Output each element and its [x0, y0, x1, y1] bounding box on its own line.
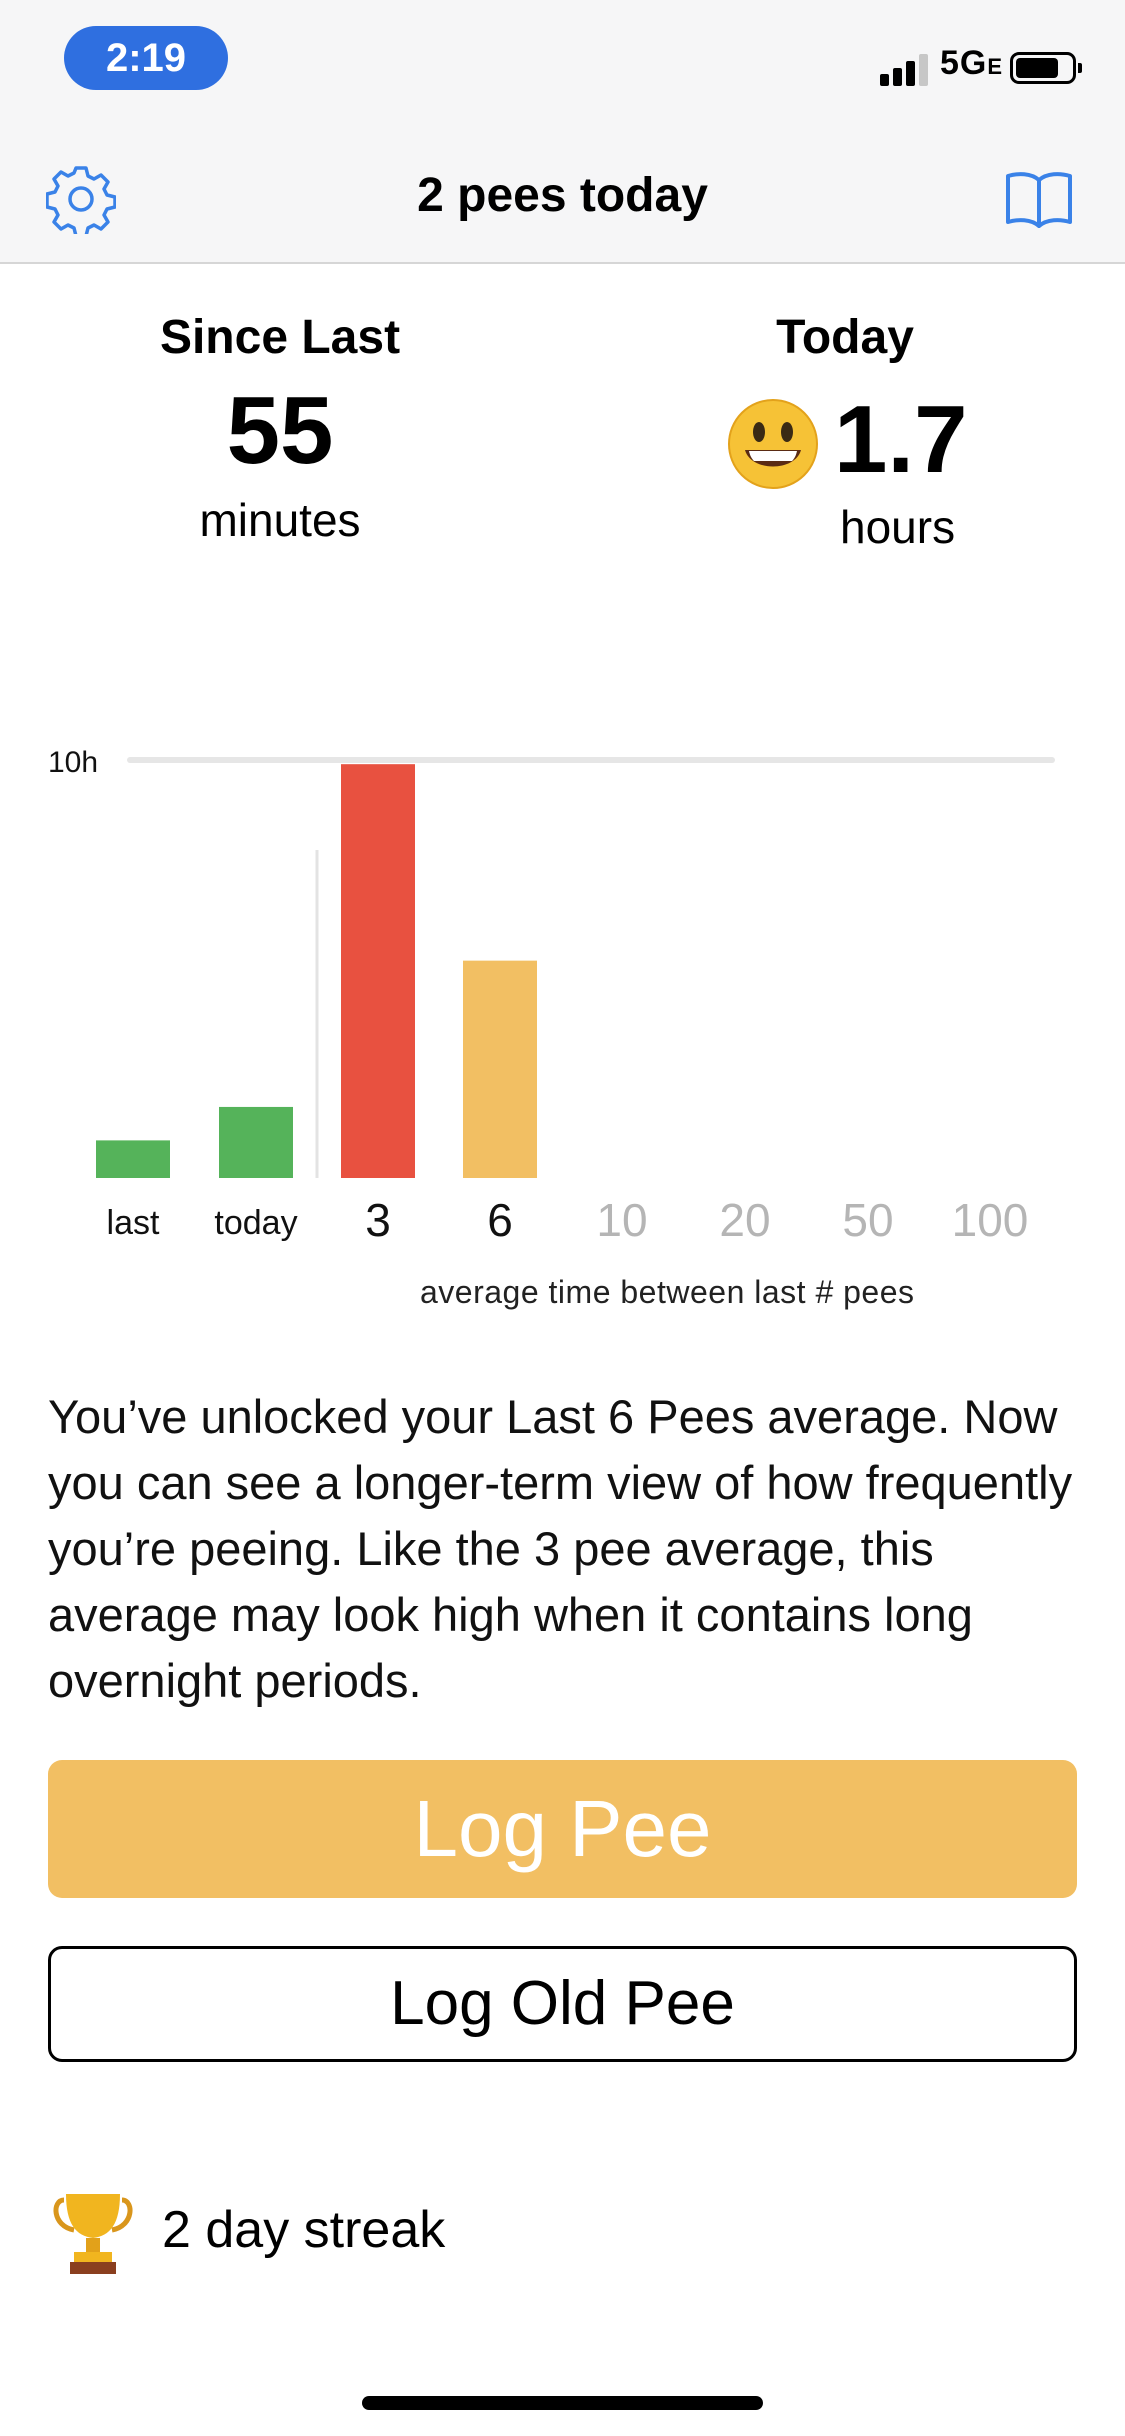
chart-bar-6 [463, 960, 537, 1178]
today-value: 1.7 [834, 386, 968, 493]
chart-x-label-last: last [107, 1204, 160, 1242]
status-time[interactable]: 2:19 [64, 26, 228, 90]
chart-x-label-6: 6 [487, 1194, 513, 1246]
since-last-unit: minutes [199, 494, 361, 546]
network-type: 5GE [940, 44, 1004, 82]
book-icon[interactable] [1004, 170, 1074, 228]
since-last-value: 55 [226, 377, 334, 484]
streak-text: 2 day streak [162, 2201, 446, 2259]
chart-x-label-10: 10 [596, 1194, 647, 1246]
chart-caption: average time between last # pees [420, 1274, 915, 1310]
chart-x-label-100: 100 [952, 1194, 1029, 1246]
navigation-bar: 2 pees today [0, 130, 1125, 264]
home-indicator[interactable] [362, 2396, 763, 2410]
today-unit: hours [840, 501, 956, 553]
page-title: 2 pees today [417, 169, 708, 222]
status-bar: 2:19 5GE [0, 0, 1125, 130]
smiling-face-icon [728, 399, 818, 489]
chart-bar-today [219, 1106, 293, 1178]
average-interval-chart: 10h last today 3 6 10 20 50 100 [48, 746, 1055, 1246]
chart-x-label-3: 3 [365, 1194, 391, 1246]
chart-y-max-label: 10h [48, 746, 98, 779]
today-label: Today [776, 311, 914, 364]
log-old-pee-button[interactable]: Log Old Pee [48, 1946, 1077, 2062]
cellular-signal-icon [880, 52, 932, 86]
chart-bar-3 [341, 764, 415, 1178]
trophy-icon [53, 2194, 133, 2274]
unlock-message: You’ve unlocked your Last 6 Pees average… [48, 1390, 1073, 1707]
chart-x-label-today: today [214, 1204, 297, 1242]
log-pee-button[interactable]: Log Pee [48, 1760, 1077, 1898]
chart-x-label-20: 20 [719, 1194, 770, 1246]
chart-x-label-50: 50 [842, 1194, 893, 1246]
battery-icon [1010, 52, 1082, 84]
chart-bar-last [96, 1140, 170, 1178]
since-last-label: Since Last [159, 311, 401, 364]
since-last-stat: Since Last 55 minutes [130, 310, 430, 547]
